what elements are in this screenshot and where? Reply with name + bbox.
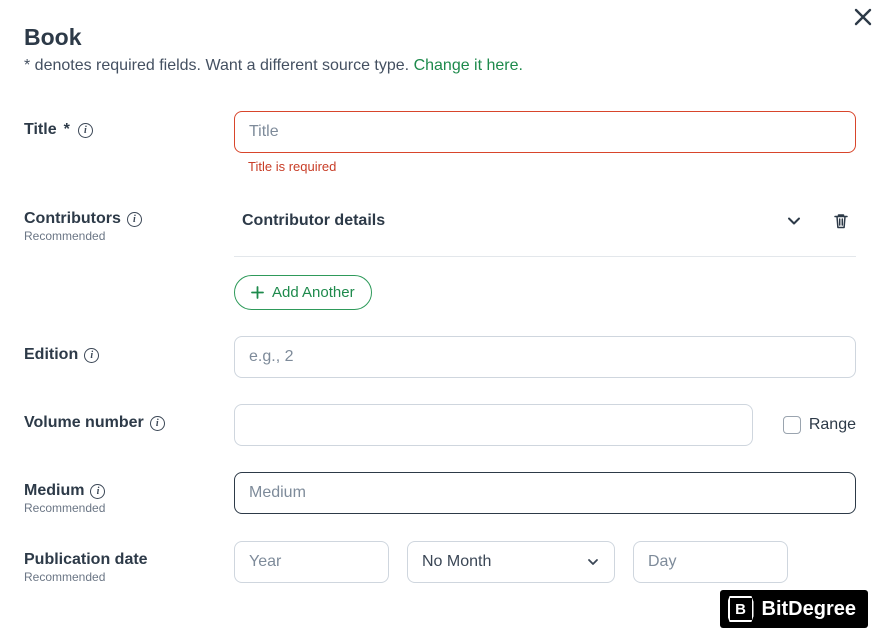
pubdate-hint: Recommended	[24, 570, 234, 584]
change-source-link[interactable]: Change it here.	[414, 57, 523, 74]
contributors-hint: Recommended	[24, 229, 234, 243]
watermark: B BitDegree	[720, 590, 868, 628]
medium-hint: Recommended	[24, 501, 234, 515]
day-input[interactable]	[633, 541, 788, 583]
contributors-label: Contributors	[24, 210, 121, 228]
subtitle-text: * denotes required fields. Want a differ…	[24, 57, 414, 74]
chevron-down-icon	[586, 555, 600, 569]
title-input[interactable]	[234, 111, 856, 153]
bitdegree-logo-icon: B	[728, 596, 754, 622]
subtitle: * denotes required fields. Want a differ…	[24, 57, 856, 75]
title-label: Title	[24, 121, 57, 139]
volume-input[interactable]	[234, 404, 753, 446]
trash-icon	[832, 212, 850, 230]
plus-icon	[251, 286, 264, 299]
title-error: Title is required	[248, 159, 856, 174]
info-icon[interactable]: i	[127, 212, 142, 227]
year-input[interactable]	[234, 541, 389, 583]
volume-label: Volume number	[24, 414, 144, 432]
watermark-text: BitDegree	[762, 598, 856, 621]
page-title: Book	[24, 24, 856, 51]
pubdate-label: Publication date	[24, 551, 148, 569]
month-value: No Month	[422, 553, 491, 571]
expand-contributor-button[interactable]	[782, 209, 806, 233]
add-contributor-label: Add Another	[272, 284, 355, 301]
info-icon[interactable]: i	[90, 484, 105, 499]
required-mark: *	[63, 121, 72, 139]
add-contributor-button[interactable]: Add Another	[234, 275, 372, 310]
chevron-down-icon	[786, 213, 802, 229]
medium-label: Medium	[24, 482, 84, 500]
month-select[interactable]: No Month	[407, 541, 615, 583]
range-label: Range	[809, 416, 856, 434]
medium-input[interactable]	[234, 472, 856, 514]
range-checkbox[interactable]	[783, 416, 801, 434]
delete-contributor-button[interactable]	[828, 208, 854, 234]
info-icon[interactable]: i	[78, 123, 93, 138]
edition-input[interactable]	[234, 336, 856, 378]
edition-label: Edition	[24, 346, 78, 364]
contributor-details-toggle[interactable]: Contributor details	[242, 212, 385, 230]
close-icon	[854, 8, 872, 26]
info-icon[interactable]: i	[84, 348, 99, 363]
info-icon[interactable]: i	[150, 416, 165, 431]
